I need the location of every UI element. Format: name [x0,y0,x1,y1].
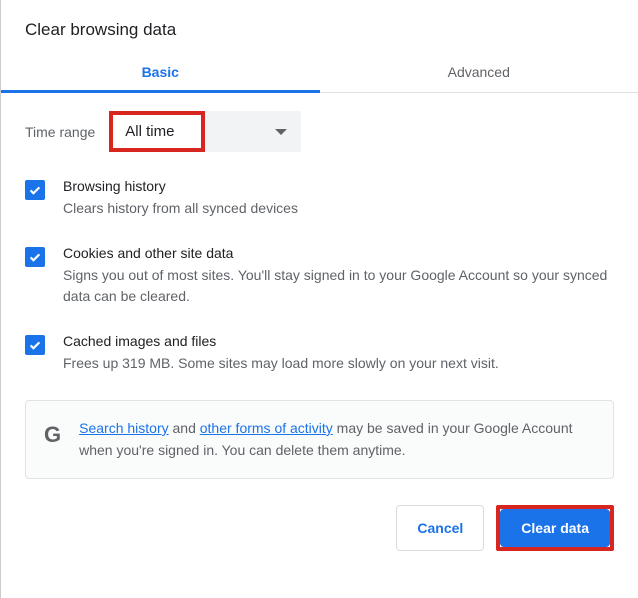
item-desc: Frees up 319 MB. Some sites may load mor… [63,353,499,374]
dialog-body: Time range All time Browsing history Cle… [1,93,638,479]
link-other-activity[interactable]: other forms of activity [200,420,333,436]
google-info-box: G Search history and other forms of acti… [25,400,614,479]
tabs: Basic Advanced [1,50,638,93]
time-range-label: Time range [25,124,95,140]
item-text: Cached images and files Frees up 319 MB.… [63,333,499,374]
item-text: Cookies and other site data Signs you ou… [63,245,614,307]
item-desc: Signs you out of most sites. You'll stay… [63,265,614,307]
item-title: Browsing history [63,178,298,194]
checklist: Browsing history Clears history from all… [25,178,614,374]
time-range-dropdown-ext[interactable] [205,111,301,152]
check-icon [28,250,42,264]
tab-basic[interactable]: Basic [1,50,320,92]
item-text: Browsing history Clears history from all… [63,178,298,219]
item-title: Cookies and other site data [63,245,614,261]
dialog-footer: Cancel Clear data [1,479,638,551]
checkbox-cookies[interactable] [25,247,45,267]
time-range-value[interactable]: All time [109,111,205,152]
info-mid1: and [169,420,200,436]
checkbox-browsing-history[interactable] [25,180,45,200]
time-range-row: Time range All time [25,111,614,152]
check-icon [28,183,42,197]
dialog-title: Clear browsing data [1,0,638,50]
clear-data-highlight: Clear data [496,505,614,551]
checkbox-cached[interactable] [25,335,45,355]
clear-browsing-data-dialog: Clear browsing data Basic Advanced Time … [0,0,638,598]
item-browsing-history: Browsing history Clears history from all… [25,178,614,219]
item-cached: Cached images and files Frees up 319 MB.… [25,333,614,374]
time-range-select[interactable]: All time [109,111,301,152]
check-icon [28,338,42,352]
tab-advanced[interactable]: Advanced [320,50,638,92]
item-cookies: Cookies and other site data Signs you ou… [25,245,614,307]
link-search-history[interactable]: Search history [79,420,168,436]
chevron-down-icon [275,129,287,135]
info-text: Search history and other forms of activi… [79,417,595,462]
google-g-icon: G [44,417,61,452]
clear-data-button[interactable]: Clear data [500,509,610,547]
item-desc: Clears history from all synced devices [63,198,298,219]
item-title: Cached images and files [63,333,499,349]
cancel-button[interactable]: Cancel [396,505,484,551]
